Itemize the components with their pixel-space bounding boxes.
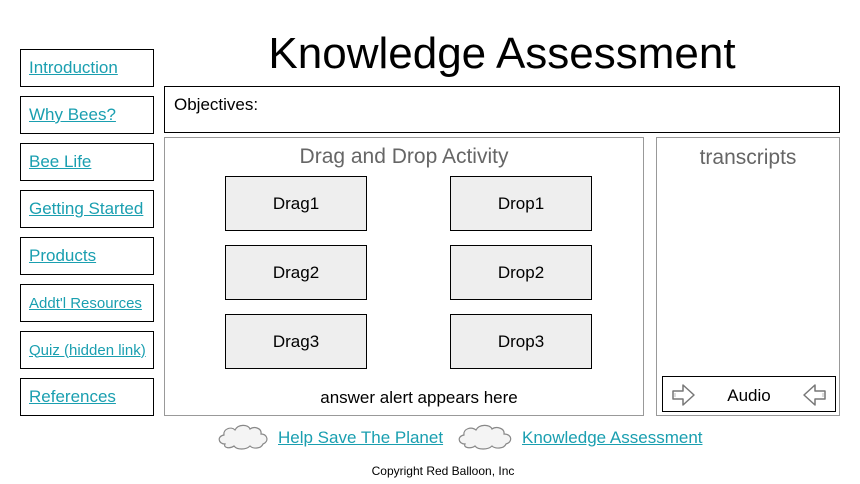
sidebar-item-addtl-resources[interactable]: Addt'l Resources [20, 284, 154, 322]
sidebar-link-why-bees[interactable]: Why Bees? [29, 105, 116, 125]
drop-target-3[interactable]: Drop3 [450, 314, 592, 369]
copyright: Copyright Red Balloon, Inc [371, 464, 515, 478]
drag-item-3[interactable]: Drag3 [225, 314, 367, 369]
sidebar-item-references[interactable]: References [20, 378, 154, 416]
sidebar-link-addtl-resources[interactable]: Addt'l Resources [29, 295, 142, 312]
sidebar-item-products[interactable]: Products [20, 237, 154, 275]
answer-alert: answer alert appears here [320, 388, 518, 407]
cloud-icon [218, 424, 268, 450]
transcripts-title: transcripts [699, 146, 797, 169]
drop-target-2[interactable]: Drop2 [450, 245, 592, 300]
sidebar-link-getting-started[interactable]: Getting Started [29, 199, 143, 219]
audio-player: Audio [662, 376, 836, 412]
activity-title: Drag and Drop Activity [299, 145, 509, 168]
sidebar-item-bee-life[interactable]: Bee Life [20, 143, 154, 181]
sidebar-link-bee-life[interactable]: Bee Life [29, 152, 91, 172]
knowledge-assessment-link[interactable]: Knowledge Assessment [522, 428, 703, 448]
page-title: Knowledge Assessment [268, 29, 736, 78]
arrow-left-icon[interactable] [801, 382, 827, 408]
sidebar-item-why-bees[interactable]: Why Bees? [20, 96, 154, 134]
sidebar-item-getting-started[interactable]: Getting Started [20, 190, 154, 228]
sidebar-link-references[interactable]: References [29, 387, 116, 407]
help-save-the-planet-link[interactable]: Help Save The Planet [278, 428, 443, 448]
drop-target-1[interactable]: Drop1 [450, 176, 592, 231]
sidebar-item-quiz[interactable]: Quiz (hidden link) [20, 331, 154, 369]
objectives-box: Objectives: [164, 86, 840, 133]
drag-item-1[interactable]: Drag1 [225, 176, 367, 231]
drag-item-2[interactable]: Drag2 [225, 245, 367, 300]
sidebar-link-products[interactable]: Products [29, 246, 96, 266]
sidebar-link-quiz[interactable]: Quiz (hidden link) [29, 342, 146, 359]
sidebar-item-introduction[interactable]: Introduction [20, 49, 154, 87]
transcripts-panel [656, 137, 840, 416]
objectives-label: Objectives: [174, 95, 259, 114]
cloud-icon [458, 424, 512, 450]
sidebar-link-introduction[interactable]: Introduction [29, 58, 118, 78]
